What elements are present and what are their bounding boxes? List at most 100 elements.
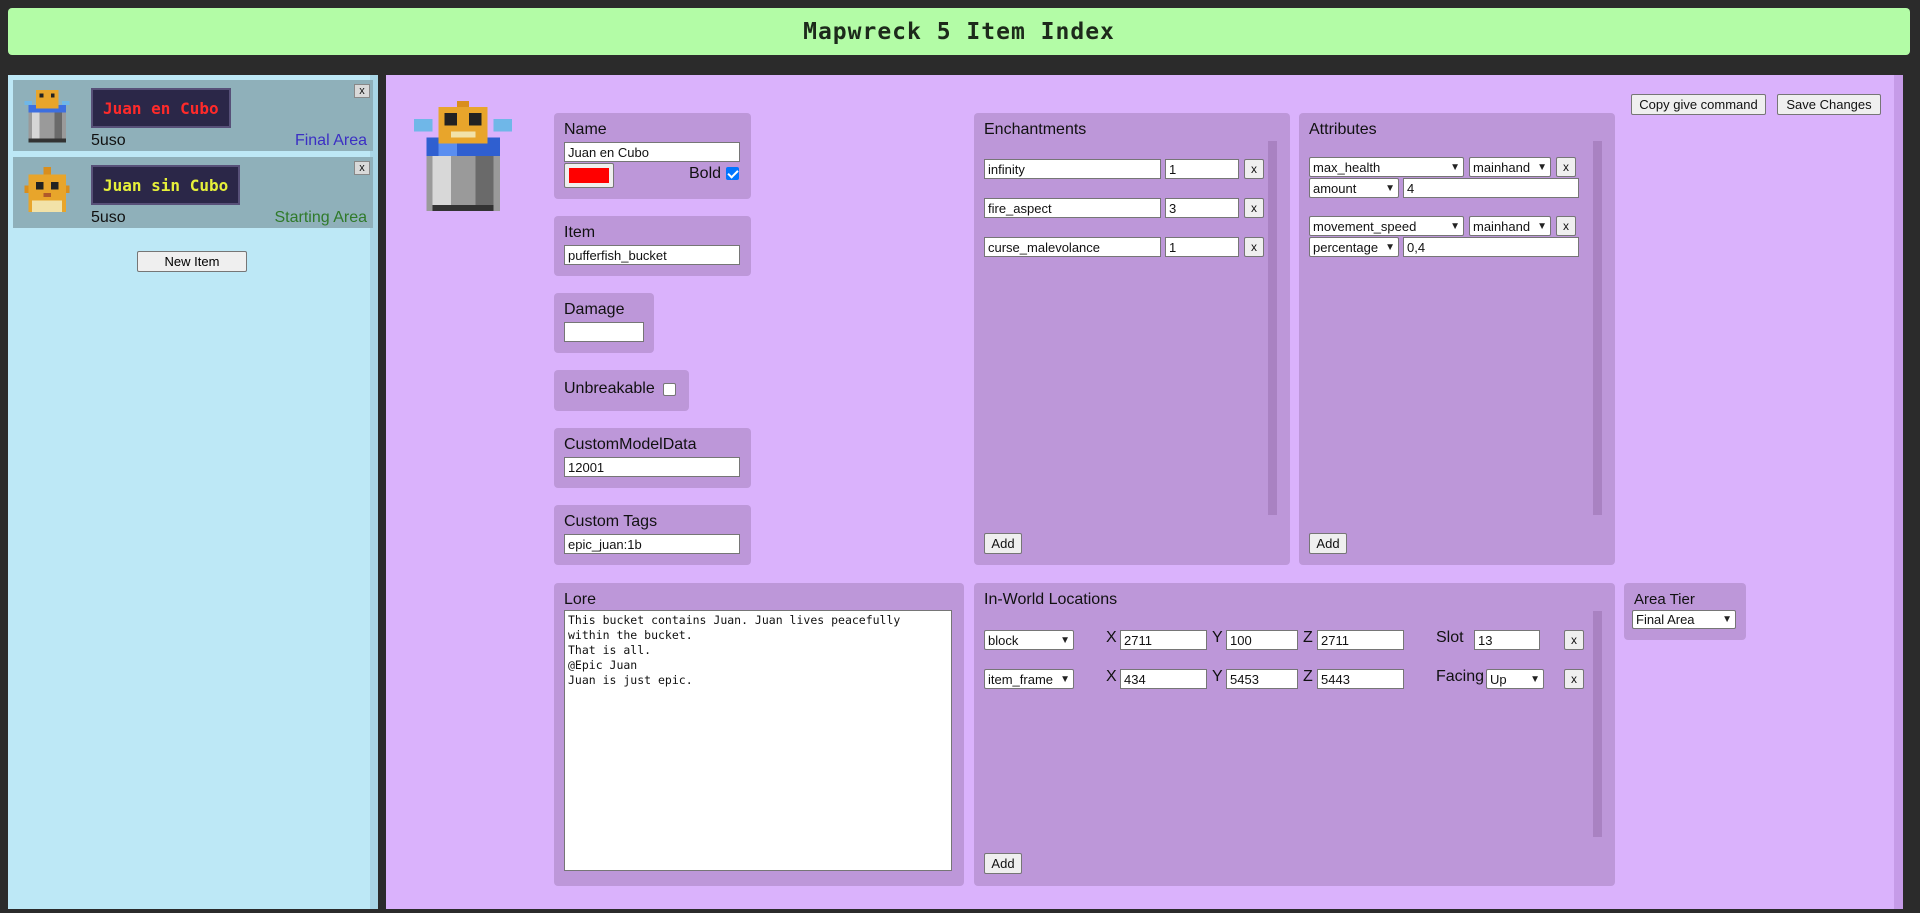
attribute-select[interactable]: movement_speed ▼	[1309, 216, 1464, 236]
enchantment-name-input[interactable]	[984, 237, 1161, 257]
attribute-select[interactable]: max_health ▼	[1309, 157, 1464, 177]
enchantments-scrollbar[interactable]	[1268, 141, 1277, 515]
copy-give-command-button[interactable]: Copy give command	[1631, 94, 1766, 115]
attribute-amount-input[interactable]	[1403, 178, 1579, 198]
enchantments-panel: Enchantments x x x Add	[974, 113, 1290, 565]
operation-select[interactable]: amount ▼	[1309, 178, 1399, 198]
location-type-select[interactable]: block ▼	[984, 630, 1074, 650]
bold-checkbox[interactable]	[726, 167, 739, 180]
z-label: Z	[1303, 629, 1313, 646]
location-type-value: block	[988, 632, 1019, 648]
save-changes-button[interactable]: Save Changes	[1777, 94, 1881, 115]
lore-panel: Lore This bucket contains Juan. Juan liv…	[554, 583, 964, 886]
y-coordinate-input[interactable]	[1226, 630, 1298, 650]
slot-select[interactable]: mainhand ▼	[1469, 216, 1551, 236]
add-enchantment-button[interactable]: Add	[984, 533, 1022, 554]
damage-panel: Damage	[554, 293, 654, 353]
chevron-down-icon: ▼	[1450, 161, 1460, 173]
name-panel: Name Bold	[554, 113, 751, 199]
item-card[interactable]: Juan en Cubo 5uso Final Area x	[13, 80, 373, 151]
damage-input[interactable]	[564, 322, 644, 342]
lore-textarea[interactable]: This bucket contains Juan. Juan lives pe…	[564, 610, 952, 871]
attribute-amount-input[interactable]	[1403, 237, 1579, 257]
pufferfish-icon	[24, 166, 70, 212]
locations-scrollbar[interactable]	[1593, 611, 1602, 837]
operation-value: amount	[1313, 180, 1357, 196]
attributes-scrollbar[interactable]	[1593, 141, 1602, 515]
item-name: Juan en Cubo	[103, 98, 219, 118]
new-item-button[interactable]: New Item	[137, 251, 247, 272]
custom-tags-panel: Custom Tags	[554, 505, 751, 565]
remove-enchantment-button[interactable]: x	[1244, 198, 1264, 218]
slot-select[interactable]: mainhand ▼	[1469, 157, 1551, 177]
z-label: Z	[1303, 668, 1313, 685]
bold-label: Bold	[689, 165, 722, 182]
location-type-value: item_frame	[988, 671, 1054, 687]
lore-label: Lore	[564, 591, 597, 608]
remove-location-button[interactable]: x	[1564, 630, 1584, 650]
chevron-down-icon: ▼	[1385, 182, 1395, 194]
item-id-input[interactable]	[564, 245, 740, 265]
item-uses: 5uso	[91, 209, 126, 226]
enchantment-level-input[interactable]	[1165, 159, 1239, 179]
locations-panel: In-World Locations block ▼ X Y Z Slot x i…	[974, 583, 1615, 886]
remove-location-button[interactable]: x	[1564, 669, 1584, 689]
remove-enchantment-button[interactable]: x	[1244, 159, 1264, 179]
main-scrollbar[interactable]	[1894, 75, 1903, 909]
z-coordinate-input[interactable]	[1317, 669, 1404, 689]
y-coordinate-input[interactable]	[1226, 669, 1298, 689]
slot-input[interactable]	[1474, 630, 1540, 650]
x-label: X	[1106, 629, 1117, 646]
add-location-button[interactable]: Add	[984, 853, 1022, 874]
x-coordinate-input[interactable]	[1120, 669, 1207, 689]
slot-value: mainhand	[1473, 218, 1531, 234]
enchantment-level-input[interactable]	[1165, 198, 1239, 218]
operation-value: percentage	[1313, 239, 1379, 255]
x-coordinate-input[interactable]	[1120, 630, 1207, 650]
y-label: Y	[1212, 668, 1223, 685]
x-label: X	[1106, 668, 1117, 685]
custom-model-data-input[interactable]	[564, 457, 740, 477]
slot-value: mainhand	[1473, 159, 1531, 175]
attributes-label: Attributes	[1309, 121, 1377, 138]
area-tier-label: Area Tier	[1634, 591, 1695, 608]
damage-label: Damage	[564, 301, 625, 318]
item-uses: 5uso	[91, 132, 126, 149]
unbreakable-label: Unbreakable	[564, 380, 655, 397]
delete-item-button[interactable]: x	[354, 161, 370, 175]
locations-label: In-World Locations	[984, 591, 1118, 608]
operation-select[interactable]: percentage ▼	[1309, 237, 1399, 257]
add-attribute-button[interactable]: Add	[1309, 533, 1347, 554]
remove-attribute-button[interactable]: x	[1556, 157, 1576, 177]
delete-item-button[interactable]: x	[354, 84, 370, 98]
remove-attribute-button[interactable]: x	[1556, 216, 1576, 236]
remove-enchantment-button[interactable]: x	[1244, 237, 1264, 257]
name-color-picker[interactable]	[564, 163, 614, 188]
pufferfish-bucket-icon	[414, 100, 512, 212]
chevron-down-icon: ▼	[1722, 614, 1732, 625]
location-type-select[interactable]: item_frame ▼	[984, 669, 1074, 689]
item-name: Juan sin Cubo	[103, 175, 229, 195]
area-tier-value: Final Area	[1636, 612, 1695, 627]
chevron-down-icon: ▼	[1537, 161, 1547, 173]
enchantment-name-input[interactable]	[984, 198, 1161, 218]
app-title: Mapwreck 5 Item Index	[803, 18, 1115, 45]
name-input[interactable]	[564, 142, 740, 162]
unbreakable-checkbox[interactable]	[663, 383, 676, 396]
custom-model-data-label: CustomModelData	[564, 436, 697, 453]
facing-label: Facing	[1436, 668, 1485, 685]
item-area: Starting Area	[274, 209, 368, 226]
enchantment-name-input[interactable]	[984, 159, 1161, 179]
facing-select[interactable]: Up ▼	[1486, 669, 1544, 689]
enchantment-level-input[interactable]	[1165, 237, 1239, 257]
area-tier-panel: Area Tier Final Area ▼	[1624, 583, 1746, 640]
z-coordinate-input[interactable]	[1317, 630, 1404, 650]
slot-label: Slot	[1436, 629, 1464, 646]
item-list-sidebar: Juan en Cubo 5uso Final Area x Juan sin …	[8, 75, 378, 909]
enchantments-label: Enchantments	[984, 121, 1087, 138]
custom-tags-input[interactable]	[564, 534, 740, 554]
color-swatch	[569, 168, 609, 183]
area-tier-select[interactable]: Final Area ▼	[1632, 610, 1736, 629]
item-card[interactable]: Juan sin Cubo 5uso Starting Area x	[13, 157, 373, 228]
attribute-value: max_health	[1313, 159, 1381, 175]
